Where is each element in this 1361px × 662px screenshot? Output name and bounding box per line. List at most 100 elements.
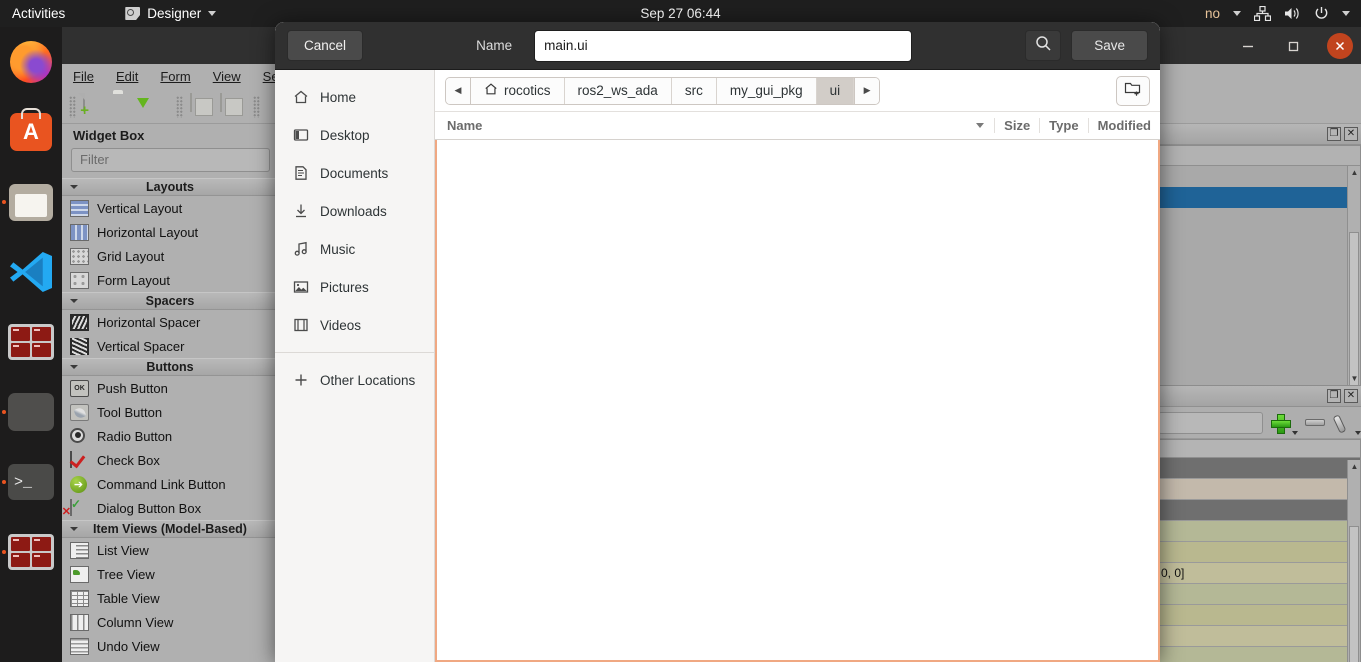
- column-header-type[interactable]: Type: [1039, 118, 1087, 133]
- filename-input[interactable]: main.ui: [534, 29, 913, 62]
- sidebar-item-home[interactable]: Home: [275, 78, 434, 116]
- widget-item-vertical-layout[interactable]: Vertical Layout: [62, 196, 278, 220]
- save-file-button[interactable]: [143, 94, 169, 120]
- widget-item-undo-view[interactable]: Undo View: [62, 634, 278, 658]
- breadcrumb-segment-my-gui-pkg[interactable]: my_gui_pkg: [716, 77, 817, 104]
- menu-edit[interactable]: Edit: [105, 64, 149, 90]
- property-row[interactable]: [1155, 605, 1360, 626]
- breadcrumb-segment-ros2-ws-ada[interactable]: ros2_ws_ada: [564, 77, 672, 104]
- breadcrumb-segment-rocotics[interactable]: rocotics: [471, 77, 565, 104]
- menu-form[interactable]: Form: [149, 64, 201, 90]
- file-list[interactable]: [435, 140, 1160, 662]
- property-row[interactable]: [1155, 500, 1360, 521]
- close-icon[interactable]: ✕: [1344, 127, 1358, 141]
- widget-section-layouts[interactable]: Layouts: [62, 178, 278, 196]
- widget-item-vertical-spacer[interactable]: Vertical Spacer: [62, 334, 278, 358]
- scrollbar-thumb[interactable]: [1349, 526, 1359, 662]
- widget-box-filter-input[interactable]: Filter: [71, 148, 270, 172]
- create-folder-button[interactable]: [1116, 75, 1150, 106]
- property-row[interactable]: [1155, 521, 1360, 542]
- object-row-selected[interactable]: [1155, 187, 1360, 208]
- widget-item-list-view[interactable]: List View: [62, 538, 278, 562]
- float-icon[interactable]: ❐: [1327, 389, 1341, 403]
- copy-button[interactable]: [190, 92, 216, 120]
- sidebar-item-videos[interactable]: Videos: [275, 306, 434, 344]
- breadcrumb-segment-ui[interactable]: ui: [816, 77, 855, 104]
- property-row[interactable]: [1155, 458, 1360, 479]
- object-inspector-scrollbar[interactable]: ▲ ▼: [1347, 166, 1360, 385]
- system-status-area[interactable]: no: [1205, 6, 1361, 21]
- widget-item-tree-view[interactable]: Tree View: [62, 562, 278, 586]
- widget-item-table-view[interactable]: Table View: [62, 586, 278, 610]
- close-button[interactable]: [1327, 32, 1353, 59]
- new-file-button[interactable]: [83, 92, 109, 120]
- sidebar-item-desktop[interactable]: Desktop: [275, 116, 434, 154]
- toolbar-grip[interactable]: [69, 95, 76, 118]
- widget-item-grid-layout[interactable]: Grid Layout: [62, 244, 278, 268]
- widget-item-command-link-button[interactable]: ➔ Command Link Button: [62, 472, 278, 496]
- chevron-left-icon[interactable]: ◀: [446, 77, 471, 104]
- property-row[interactable]: [1155, 542, 1360, 563]
- widget-item-check-box[interactable]: Check Box: [62, 448, 278, 472]
- open-file-button[interactable]: [113, 94, 139, 120]
- dock-item-dark-app[interactable]: [0, 377, 62, 447]
- maximize-button[interactable]: [1281, 33, 1307, 59]
- dock-item-terminal-grid-app-2[interactable]: [0, 517, 62, 587]
- float-icon[interactable]: ❐: [1327, 127, 1341, 141]
- sidebar-item-other-locations[interactable]: Other Locations: [275, 361, 434, 399]
- chevron-right-icon[interactable]: ▶: [854, 77, 880, 104]
- dock-item-terminal[interactable]: >_: [0, 447, 62, 517]
- breadcrumb-segment-src[interactable]: src: [671, 77, 717, 104]
- sidebar-item-documents[interactable]: Documents: [275, 154, 434, 192]
- object-row[interactable]: [1155, 166, 1360, 187]
- widget-item-horizontal-layout[interactable]: Horizontal Layout: [62, 220, 278, 244]
- dock-item-firefox[interactable]: [0, 27, 62, 97]
- remove-icon[interactable]: [1305, 419, 1326, 426]
- widget-section-spacers[interactable]: Spacers: [62, 292, 278, 310]
- dock-item-ubuntu-software[interactable]: A: [0, 97, 62, 167]
- toolbar-grip-2[interactable]: [176, 95, 183, 118]
- widget-item-form-layout[interactable]: Form Layout: [62, 268, 278, 292]
- sidebar-item-downloads[interactable]: Downloads: [275, 192, 434, 230]
- property-editor-body[interactable]: 0, 0] ▲ ▼: [1154, 439, 1361, 662]
- search-button[interactable]: [1025, 30, 1062, 61]
- save-button[interactable]: Save: [1071, 30, 1148, 61]
- property-row[interactable]: [1155, 479, 1360, 500]
- app-menu-button[interactable]: Designer: [125, 6, 217, 21]
- scroll-up-icon[interactable]: ▲: [1348, 166, 1360, 179]
- widget-item-dialog-button-box[interactable]: Dialog Button Box: [62, 496, 278, 520]
- widget-item-radio-button[interactable]: Radio Button: [62, 424, 278, 448]
- activities-button[interactable]: Activities: [0, 6, 79, 21]
- column-header-size[interactable]: Size: [994, 118, 1039, 133]
- menu-file[interactable]: File: [62, 64, 105, 90]
- wrench-chevron-down-icon[interactable]: [1355, 431, 1361, 435]
- property-editor-scrollbar[interactable]: ▲ ▼: [1347, 460, 1360, 662]
- cancel-button[interactable]: Cancel: [287, 30, 364, 61]
- widget-item-horizontal-spacer[interactable]: Horizontal Spacer: [62, 310, 278, 334]
- dock-item-files[interactable]: [0, 167, 62, 237]
- wrench-icon[interactable]: [1332, 413, 1352, 433]
- scrollbar-thumb[interactable]: [1349, 232, 1359, 385]
- property-row-value[interactable]: 0, 0]: [1155, 563, 1360, 584]
- widget-section-buttons[interactable]: Buttons: [62, 358, 278, 376]
- property-row[interactable]: [1155, 626, 1360, 647]
- close-icon[interactable]: ✕: [1344, 389, 1358, 403]
- object-row[interactable]: [1155, 208, 1360, 229]
- object-inspector-body[interactable]: ▲ ▼: [1154, 145, 1361, 386]
- sidebar-item-music[interactable]: Music: [275, 230, 434, 268]
- paste-button[interactable]: [220, 92, 246, 120]
- widget-item-column-view[interactable]: Column View: [62, 610, 278, 634]
- property-row[interactable]: [1155, 584, 1360, 605]
- scroll-down-icon[interactable]: ▼: [1348, 372, 1360, 385]
- minimize-button[interactable]: [1235, 33, 1261, 59]
- column-header-modified[interactable]: Modified: [1087, 118, 1160, 133]
- property-row[interactable]: [1155, 647, 1360, 662]
- dock-item-vscode[interactable]: [0, 237, 62, 307]
- sidebar-item-pictures[interactable]: Pictures: [275, 268, 434, 306]
- column-header-name[interactable]: Name: [435, 118, 994, 133]
- dock-item-terminal-grid-app[interactable]: [0, 307, 62, 377]
- add-icon[interactable]: [1270, 413, 1291, 434]
- widget-section-item-views[interactable]: Item Views (Model-Based): [62, 520, 278, 538]
- keyboard-layout-indicator[interactable]: no: [1205, 6, 1220, 21]
- widget-item-push-button[interactable]: OK Push Button: [62, 376, 278, 400]
